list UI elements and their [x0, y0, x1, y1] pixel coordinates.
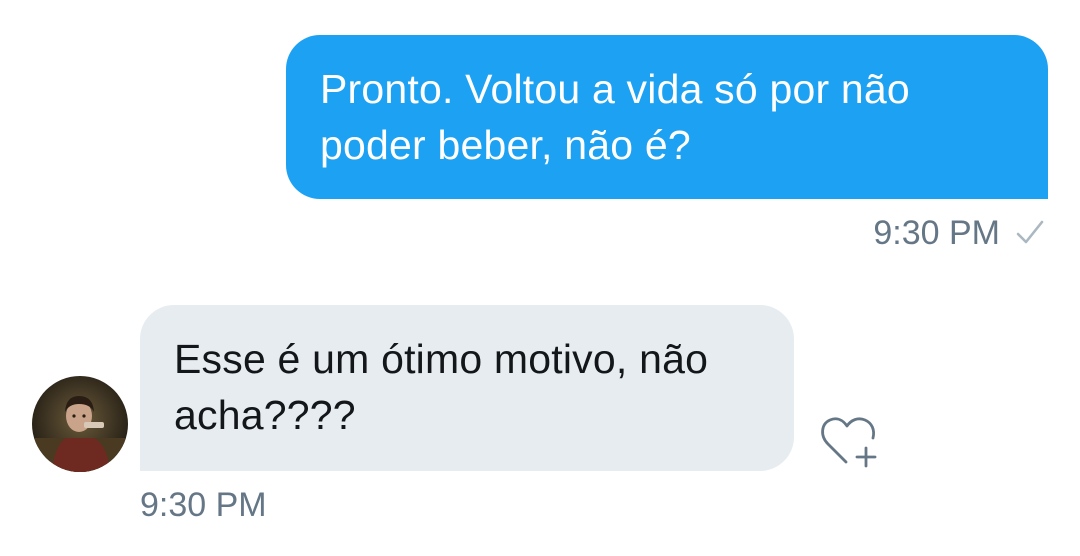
message-text: Esse é um ótimo motivo, não acha???? [174, 336, 709, 438]
message-text: Pronto. Voltou a vida só por não poder b… [320, 66, 910, 168]
heart-plus-icon[interactable] [818, 410, 880, 470]
message-bubble-incoming[interactable]: Esse é um ótimo motivo, não acha???? [140, 305, 794, 471]
check-icon [1016, 220, 1044, 244]
message-timestamp: 9:30 PM [873, 214, 1000, 252]
message-bubble-outgoing[interactable]: Pronto. Voltou a vida só por não poder b… [286, 35, 1048, 199]
message-timestamp: 9:30 PM [140, 486, 267, 524]
avatar[interactable] [32, 376, 128, 472]
